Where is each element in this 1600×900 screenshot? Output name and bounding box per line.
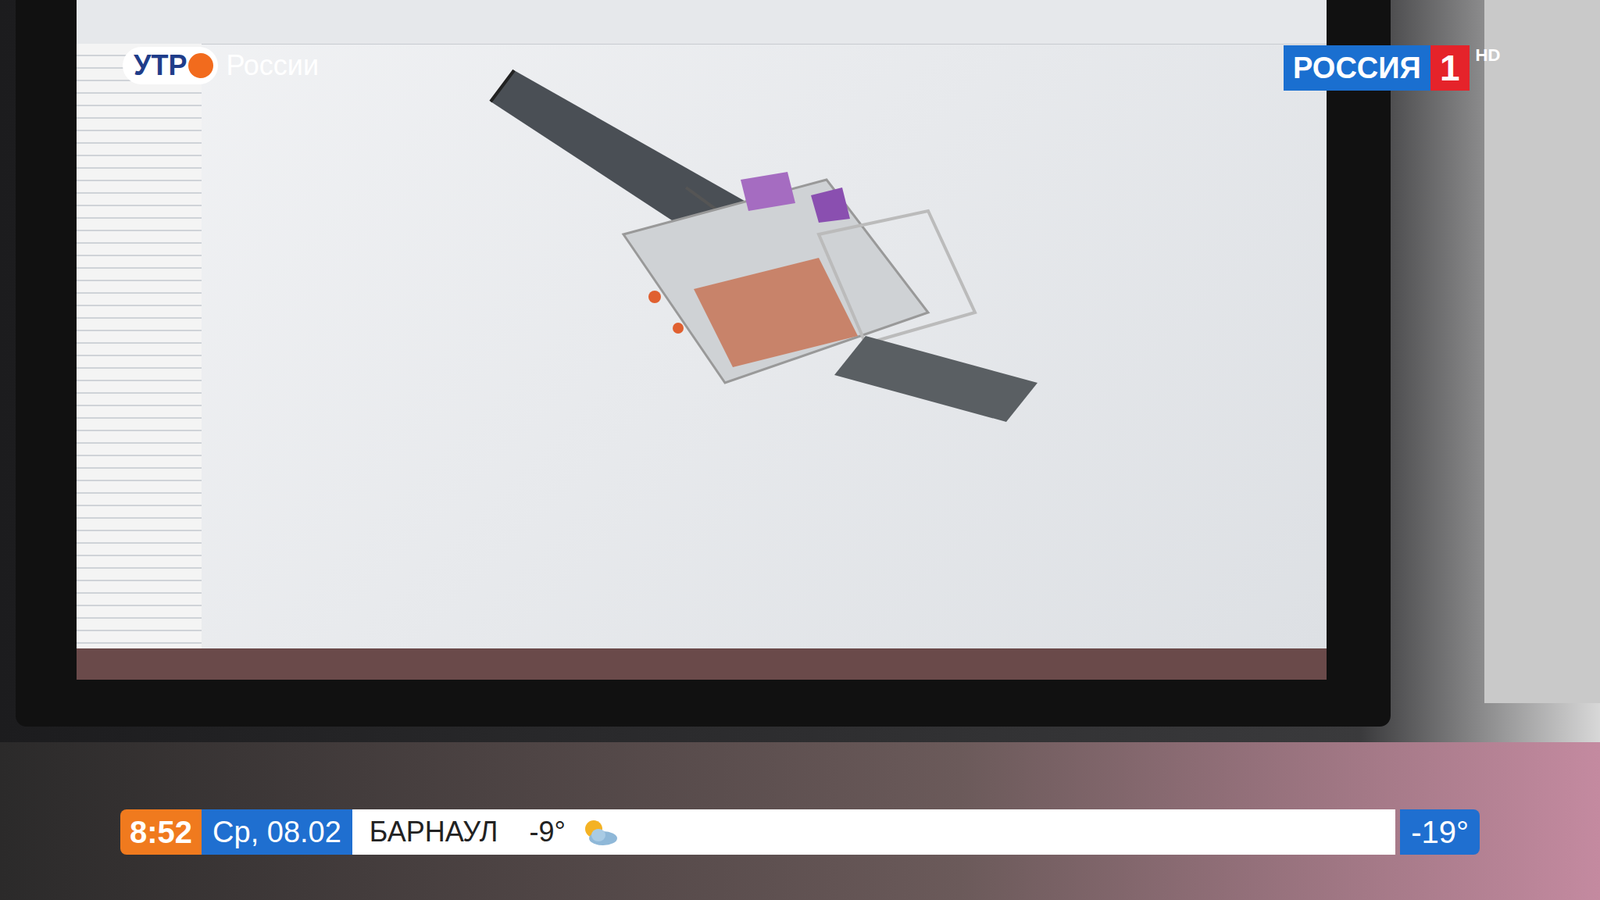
ticker-bar: 8:52Ср, 08.02БАРНАУЛ-9°-19° <box>120 809 1480 855</box>
satellite-model-icon <box>482 54 1124 524</box>
ticker-weather: БАРНАУЛ-9° <box>352 809 1396 855</box>
sun-cloud-icon <box>575 816 622 848</box>
channel-quality: HD <box>1469 45 1501 66</box>
cad-toolbar <box>76 0 1327 45</box>
monitor-screen <box>76 0 1327 649</box>
show-logo: УТРРоссии <box>122 46 319 85</box>
channel-name: РОССИЯ <box>1283 45 1431 91</box>
show-logo-badge: УТР <box>122 46 218 85</box>
ticker-side-temp: -19° <box>1400 809 1480 855</box>
channel-logo: РОССИЯ1HD <box>1283 45 1500 91</box>
channel-number: 1 <box>1430 45 1470 91</box>
orange-dot-icon <box>188 53 214 79</box>
taskbar <box>76 648 1327 680</box>
video-frame <box>0 0 1600 900</box>
tv-frame: УТРРоссии РОССИЯ1HD 8:52Ср, 08.02БАРНАУЛ-9… <box>0 0 1600 900</box>
cad-tree <box>76 43 202 649</box>
ticker-date: Ср, 08.02 <box>201 809 353 855</box>
ticker-time: 8:52 <box>120 809 202 855</box>
computer-case <box>1484 0 1600 704</box>
monitor <box>15 0 1391 727</box>
